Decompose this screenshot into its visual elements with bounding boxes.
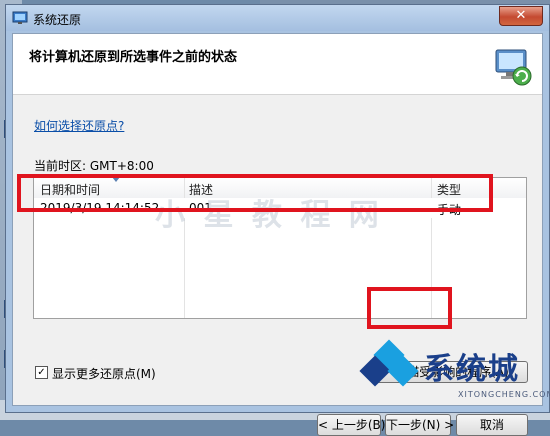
brand-name: 系统城 bbox=[424, 352, 520, 387]
system-restore-app-icon bbox=[12, 11, 28, 24]
close-icon: ✕ bbox=[515, 8, 527, 23]
page-title: 将计算机还原到所选事件之前的状态 bbox=[29, 50, 238, 65]
close-button[interactable]: ✕ bbox=[499, 6, 543, 26]
window-title: 系统还原 bbox=[33, 13, 82, 27]
brand-url: XITONGCHENG.COM bbox=[458, 390, 550, 399]
header-band: 将计算机还原到所选事件之前的状态 bbox=[13, 34, 542, 94]
highlight-box-next-button bbox=[367, 287, 452, 329]
system-restore-icon bbox=[495, 49, 532, 86]
title-bar[interactable]: 系统还原 ✕ bbox=[6, 5, 549, 31]
highlight-box-restore-point bbox=[17, 174, 493, 212]
brand-watermark: 系统城 XITONGCHENG.COM bbox=[359, 339, 550, 420]
timezone-label: 当前时区: GMT+8:00 bbox=[34, 159, 154, 173]
show-more-label: 显示更多还原点(M) bbox=[52, 367, 156, 381]
help-link-choose-restore-point[interactable]: 如何选择还原点? bbox=[34, 117, 124, 134]
checkbox-checkmark-icon[interactable]: ✓ bbox=[35, 366, 48, 379]
